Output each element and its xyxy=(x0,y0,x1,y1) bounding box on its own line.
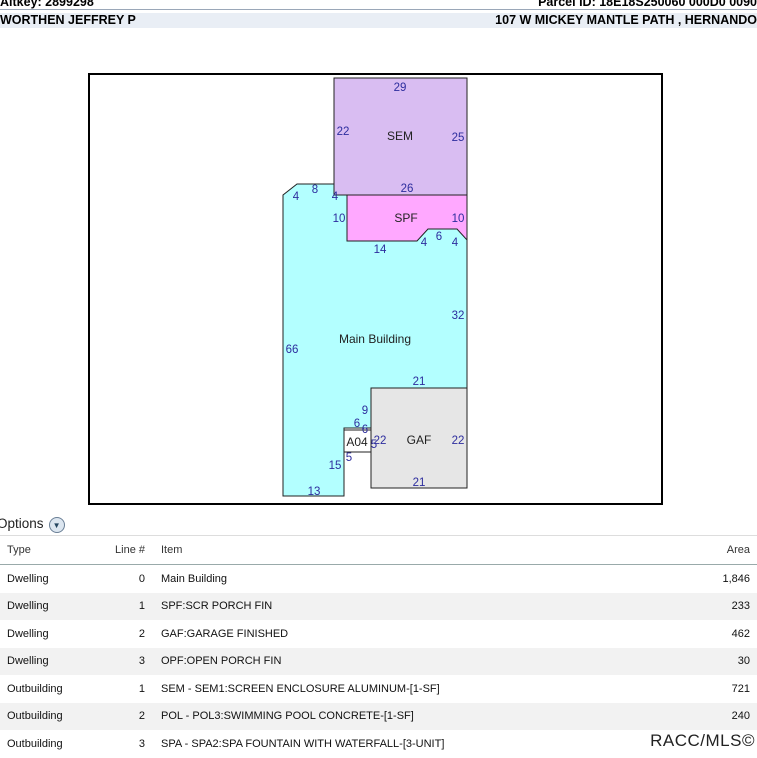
dim-step-b: 6 xyxy=(354,418,360,430)
property-address: 107 W MICKEY MANTLE PATH , HERNANDO xyxy=(495,13,757,27)
label-gaf: GAF xyxy=(407,433,432,447)
cell-type: Outbuilding xyxy=(7,682,63,695)
table-row: Outbuilding 1 SEM - SEM1:SCREEN ENCLOSUR… xyxy=(0,675,757,703)
header-row-owner: WORTHEN JEFFREY P 107 W MICKEY MANTLE PA… xyxy=(0,13,757,28)
dim-gaf-right: 22 xyxy=(452,435,465,447)
dim-sem-top: 29 xyxy=(394,82,407,94)
cell-item: OPF:OPEN PORCH FIN xyxy=(161,647,630,675)
building-sketch: SEM SPF Main Building GAF A04 29 22 25 2… xyxy=(88,73,663,505)
mls-watermark: RACC/MLS© xyxy=(650,731,755,750)
cell-area: 462 xyxy=(731,627,750,640)
column-header-type: Type xyxy=(0,535,95,565)
dim-step-e: 5 xyxy=(346,452,352,464)
cell-line: 3 xyxy=(95,647,161,675)
header-row-ids: Altkey: 2899298 Parcel ID: 18E18S250060 … xyxy=(0,0,757,10)
dim-main-bottom-left: 15 xyxy=(329,460,342,472)
sketch-areas-table: Type Line # Item Area Dwelling 0 Main Bu… xyxy=(0,535,757,758)
table-row: Dwelling 0 Main Building 1,846 xyxy=(0,565,757,593)
cell-line: 1 xyxy=(138,682,145,695)
label-a04: A04 xyxy=(346,435,368,449)
chevron-down-icon[interactable]: ▼ xyxy=(48,517,65,533)
column-header-line: Line # xyxy=(95,535,161,565)
table-row: Outbuilding 2 POL - POL3:SWIMMING POOL C… xyxy=(0,702,757,730)
parcel-id-text: Parcel ID: 18E18S250060 000D0 0090 xyxy=(538,0,757,9)
dim-sem-left: 22 xyxy=(337,126,350,138)
cell-type: Dwelling xyxy=(7,627,49,640)
cell-area: 1,846 xyxy=(722,572,750,585)
dim-main-d: 10 xyxy=(333,213,346,225)
cell-line: 1 xyxy=(95,592,161,620)
dim-notch-b: 6 xyxy=(436,231,442,243)
dim-sem-right: 25 xyxy=(452,132,465,144)
dim-step-a: 9 xyxy=(362,405,368,417)
altkey-text: Altkey: 2899298 xyxy=(0,0,94,9)
dim-main-c: 4 xyxy=(332,191,339,203)
dim-main-right: 32 xyxy=(452,310,465,322)
dim-gaf-bottom: 21 xyxy=(413,477,426,489)
column-header-area: Area xyxy=(630,535,757,565)
cell-line: 2 xyxy=(138,627,145,640)
cell-type: Outbuilding xyxy=(7,737,63,750)
owner-name: WORTHEN JEFFREY P xyxy=(0,13,136,27)
cell-area: 240 xyxy=(630,702,757,730)
cell-type: Dwelling xyxy=(0,592,95,620)
cell-line: 2 xyxy=(95,702,161,730)
dim-spf-right: 10 xyxy=(452,213,465,225)
dim-notch-c: 4 xyxy=(452,237,459,249)
dim-step-d: 5 xyxy=(371,439,377,451)
dim-main-a: 4 xyxy=(293,191,300,203)
label-spf: SPF xyxy=(394,211,417,225)
dim-spf-bottom: 14 xyxy=(374,244,387,256)
cell-item: GAF:GARAGE FINISHED xyxy=(161,627,289,640)
dim-sem-bottom: 26 xyxy=(401,183,414,195)
table-row: Outbuilding 3 SPA - SPA2:SPA FOUNTAIN WI… xyxy=(0,730,757,758)
cell-type: Outbuilding xyxy=(0,702,95,730)
label-main-building: Main Building xyxy=(339,332,411,346)
cell-line: 0 xyxy=(138,572,145,585)
dim-main-bottom: 13 xyxy=(308,486,321,498)
cell-area: 233 xyxy=(630,592,757,620)
table-header-row: Type Line # Item Area xyxy=(0,535,757,565)
cell-item: POL - POL3:SWIMMING POOL CONCRETE-[1-SF] xyxy=(161,702,630,730)
options-label: Options xyxy=(0,515,44,531)
cell-item: SEM - SEM1:SCREEN ENCLOSURE ALUMINUM-[1-… xyxy=(161,682,440,695)
table-row: Dwelling 1 SPF:SCR PORCH FIN 233 xyxy=(0,592,757,620)
dim-main-b: 8 xyxy=(312,184,318,196)
table-row: Dwelling 3 OPF:OPEN PORCH FIN 30 xyxy=(0,647,757,675)
cell-line: 3 xyxy=(138,737,145,750)
cell-type: Dwelling xyxy=(7,572,49,585)
cell-area: 30 xyxy=(630,647,757,675)
cell-type: Dwelling xyxy=(0,647,95,675)
dim-main-left: 66 xyxy=(286,344,299,356)
column-header-item: Item xyxy=(161,535,630,565)
table-row: Dwelling 2 GAF:GARAGE FINISHED 462 xyxy=(0,620,757,648)
dim-notch-a: 4 xyxy=(421,237,428,249)
label-sem: SEM xyxy=(387,129,413,143)
cell-area: 721 xyxy=(731,682,750,695)
dim-step-c: 6 xyxy=(362,424,368,436)
sketch-drawing: SEM SPF Main Building GAF A04 29 22 25 2… xyxy=(282,77,468,498)
cell-item: SPF:SCR PORCH FIN xyxy=(161,592,630,620)
dim-gaf-top: 21 xyxy=(413,376,426,388)
options-toggle[interactable]: Options ▼ xyxy=(0,513,65,533)
cell-item: Main Building xyxy=(161,572,228,585)
cell-item: SPA - SPA2:SPA FOUNTAIN WITH WATERFALL-[… xyxy=(161,737,445,750)
